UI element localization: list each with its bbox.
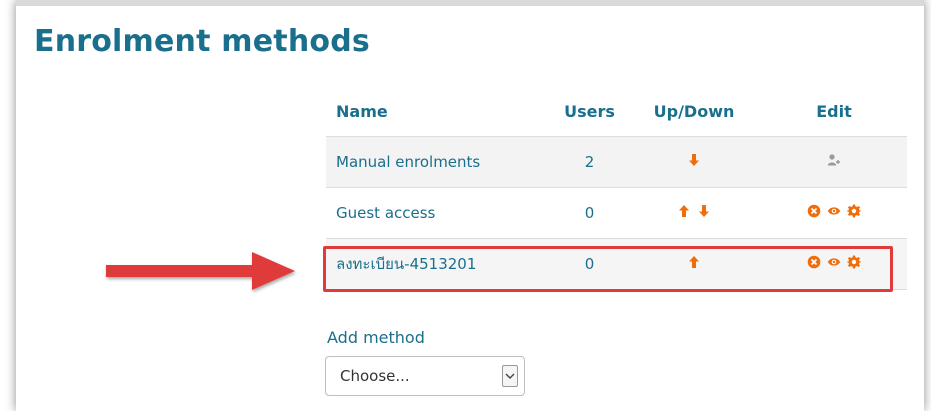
- method-name: Manual enrolments: [326, 136, 552, 188]
- header-users: Users: [552, 86, 627, 137]
- table-row: Guest access 0: [326, 187, 907, 239]
- add-method-label: Add method: [327, 328, 425, 347]
- updown-cell: [627, 136, 761, 188]
- chevron-down-icon[interactable]: [502, 365, 518, 387]
- enrolment-methods-table: Name Users Up/Down Edit Manual enrolment…: [326, 86, 907, 290]
- table-row: ลงทะเบียน-4513201 0: [326, 238, 907, 290]
- eye-icon[interactable]: [827, 204, 841, 218]
- header-edit: Edit: [761, 86, 907, 137]
- delete-icon[interactable]: [807, 255, 821, 269]
- users-count: 0: [552, 187, 627, 239]
- delete-icon[interactable]: [807, 204, 821, 218]
- edit-cell: [761, 136, 907, 188]
- move-down-icon[interactable]: [698, 204, 710, 221]
- add-method-select[interactable]: Choose...: [325, 356, 525, 396]
- callout-arrow-icon: [106, 252, 295, 290]
- gear-icon[interactable]: [847, 204, 861, 218]
- users-count: 0: [552, 238, 627, 290]
- enrol-users-icon[interactable]: [827, 153, 841, 167]
- method-name: Guest access: [326, 187, 552, 239]
- page-title: Enrolment methods: [34, 24, 370, 59]
- move-down-icon[interactable]: [688, 153, 700, 170]
- add-method-select-value: Choose...: [340, 367, 410, 385]
- eye-icon[interactable]: [827, 255, 841, 269]
- users-count: 2: [552, 136, 627, 188]
- edit-cell: [761, 238, 907, 290]
- table-header-row: Name Users Up/Down Edit: [326, 86, 907, 137]
- edit-cell: [761, 187, 907, 239]
- method-name: ลงทะเบียน-4513201: [326, 238, 552, 290]
- header-name: Name: [326, 86, 552, 137]
- gear-icon[interactable]: [847, 255, 861, 269]
- move-up-icon[interactable]: [678, 204, 690, 221]
- updown-cell: [627, 187, 761, 239]
- updown-cell: [627, 238, 761, 290]
- table-row: Manual enrolments 2: [326, 136, 907, 188]
- move-up-icon[interactable]: [688, 255, 700, 272]
- header-updown: Up/Down: [627, 86, 761, 137]
